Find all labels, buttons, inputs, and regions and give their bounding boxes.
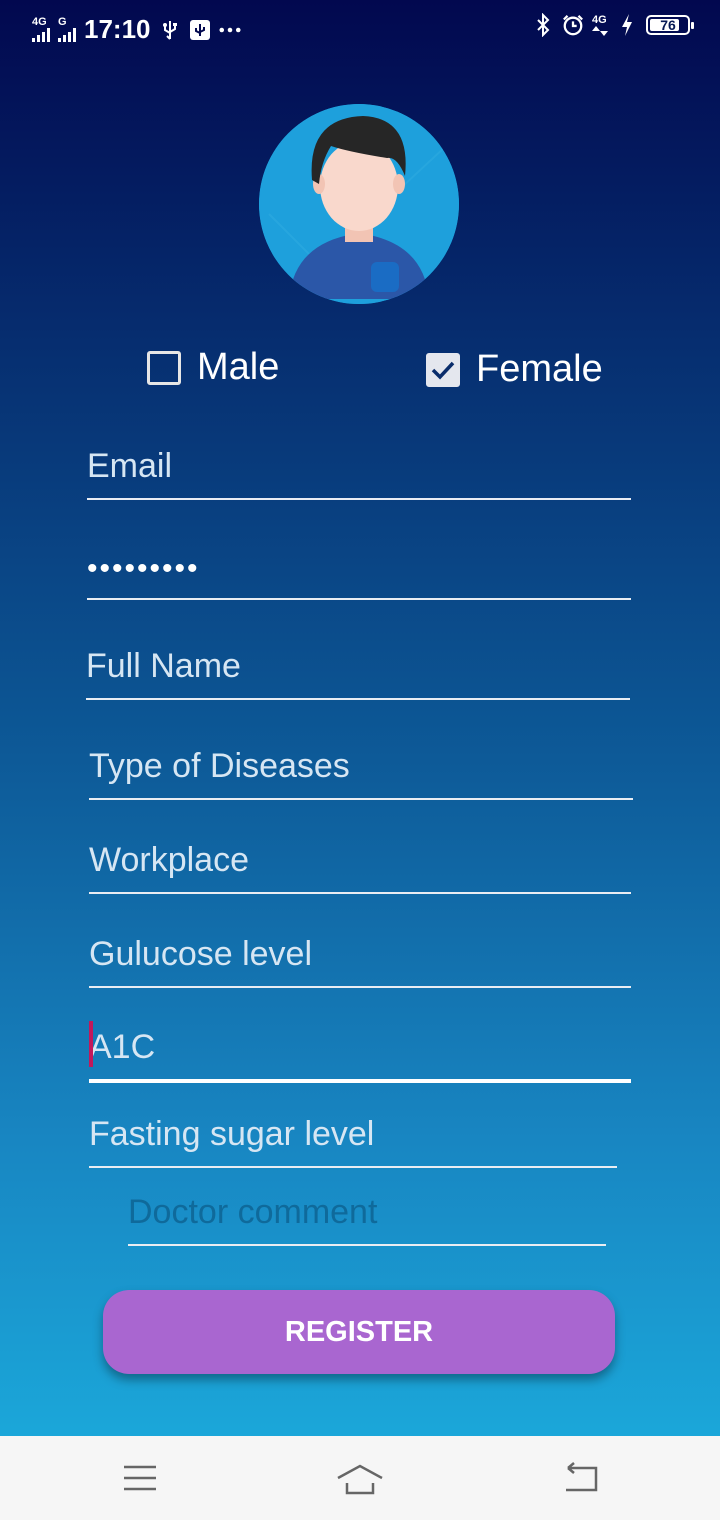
doctor-comment-placeholder: Doctor comment (128, 1193, 378, 1231)
female-option[interactable]: Female (426, 348, 603, 391)
full-name-placeholder: Full Name (86, 647, 241, 685)
male-checkbox[interactable] (147, 350, 181, 385)
fasting-sugar-field[interactable]: Fasting sugar level (89, 1098, 617, 1168)
status-right: 4G 76 (532, 13, 694, 37)
bluetooth-icon (532, 13, 554, 37)
doctor-comment-field[interactable]: Doctor comment (128, 1176, 606, 1246)
data-transfer-icon (592, 25, 608, 36)
more-notifications-icon (218, 19, 241, 41)
a1c-field[interactable]: A1C (89, 1013, 631, 1083)
navigation-bar (0, 1436, 720, 1520)
user-avatar-icon[interactable] (259, 104, 459, 304)
alarm-icon (562, 14, 584, 36)
usb-icon (159, 19, 181, 41)
clock: 17:10 (84, 14, 151, 44)
fasting-sugar-placeholder: Fasting sugar level (89, 1115, 375, 1153)
password-field[interactable]: ••••••••• (87, 530, 631, 600)
menu-icon[interactable] (115, 1460, 165, 1496)
male-option[interactable]: Male (147, 346, 279, 389)
register-button[interactable]: REGISTER (103, 1290, 615, 1374)
disease-type-field[interactable]: Type of Diseases (89, 730, 633, 800)
check-icon (431, 361, 455, 380)
glucose-level-placeholder: Gulucose level (89, 935, 313, 973)
full-name-field[interactable]: Full Name (86, 630, 630, 700)
network-indicator-right: 4G (592, 13, 608, 36)
email-field[interactable]: Email (87, 430, 631, 500)
battery-icon: 76 (646, 15, 694, 35)
disease-type-placeholder: Type of Diseases (89, 747, 350, 785)
male-label: Male (197, 346, 280, 388)
network-type-1: 4G (32, 16, 47, 28)
network-indicator-2: G (58, 17, 76, 42)
signal-bars-2-icon (58, 28, 76, 42)
network-type-right: 4G (592, 13, 607, 26)
female-checkbox[interactable] (426, 352, 460, 387)
usb-debug-icon (189, 19, 211, 41)
back-icon[interactable] (555, 1460, 605, 1496)
network-indicator-1: 4G (32, 17, 50, 42)
glucose-level-field[interactable]: Gulucose level (89, 918, 631, 988)
network-type-2: G (58, 16, 67, 28)
text-cursor (89, 1021, 93, 1067)
female-label: Female (476, 348, 603, 390)
status-left: 4G G 17:10 (32, 14, 241, 45)
battery-level: 76 (660, 17, 676, 33)
a1c-placeholder: A1C (89, 1028, 156, 1066)
signal-bars-icon (32, 28, 50, 42)
workplace-placeholder: Workplace (89, 841, 249, 879)
status-bar: 4G G 17:10 4G 76 (0, 0, 720, 56)
charging-icon (616, 14, 638, 36)
password-value: ••••••••• (87, 552, 200, 585)
email-placeholder: Email (87, 447, 173, 485)
workplace-field[interactable]: Workplace (89, 824, 631, 894)
home-icon[interactable] (335, 1460, 385, 1496)
